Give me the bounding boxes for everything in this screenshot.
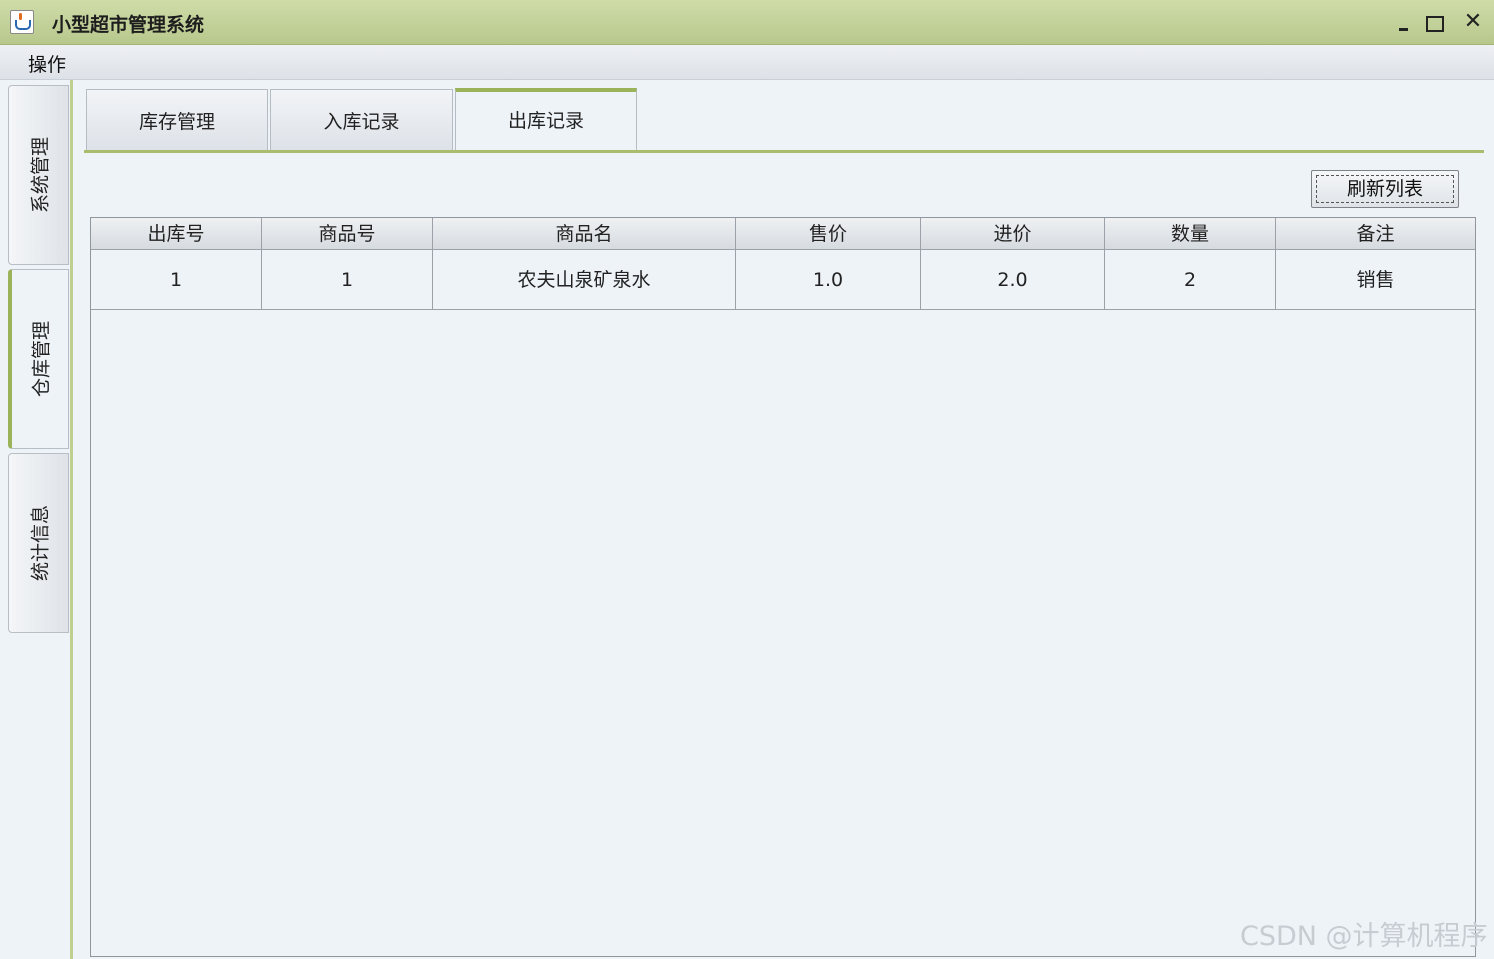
table-cell: 1.0 bbox=[736, 250, 921, 309]
table-cell: 销售 bbox=[1356, 269, 1395, 291]
menu-bar: 操作 bbox=[0, 45, 1494, 80]
minimize-icon bbox=[1399, 28, 1408, 31]
refresh-list-button[interactable]: 刷新列表 bbox=[1311, 170, 1459, 208]
table-cell: 2.0 bbox=[921, 250, 1105, 309]
column-header[interactable]: 进价 bbox=[921, 218, 1105, 249]
watermark: CSDN @计算机程序 bbox=[1240, 921, 1488, 952]
java-icon bbox=[10, 10, 34, 34]
window-title: 小型超市管理系统 bbox=[52, 14, 205, 36]
side-tab-warehouse[interactable]: 仓库管理 bbox=[8, 269, 69, 449]
tab-inventory[interactable]: 库存管理 bbox=[86, 89, 268, 151]
side-tab-label: 仓库管理 bbox=[30, 320, 53, 398]
table-cell: 1 bbox=[91, 250, 262, 309]
column-header[interactable]: 出库号 bbox=[91, 218, 262, 249]
column-header[interactable]: 备注 bbox=[1276, 218, 1475, 249]
tab-label: 入库记录 bbox=[323, 111, 400, 133]
minimize-button[interactable] bbox=[1388, 6, 1420, 38]
maximize-button[interactable] bbox=[1418, 6, 1450, 38]
table-cell: 2 bbox=[1105, 250, 1276, 309]
tab-label: 库存管理 bbox=[138, 111, 215, 133]
side-panel-border bbox=[70, 80, 73, 959]
tab-stock-out[interactable]: 出库记录 bbox=[455, 88, 637, 152]
menu-item-operation[interactable]: 操作 bbox=[28, 50, 66, 77]
column-header[interactable]: 数量 bbox=[1105, 218, 1276, 249]
side-tab-system[interactable]: 系统管理 bbox=[8, 85, 69, 265]
column-header[interactable]: 商品名 bbox=[433, 218, 736, 249]
column-header[interactable]: 售价 bbox=[736, 218, 921, 249]
title-bar: 小型超市管理系统 ✕ bbox=[0, 0, 1494, 45]
tab-divider bbox=[84, 150, 1484, 153]
column-header[interactable]: 商品号 bbox=[262, 218, 433, 249]
tab-stock-in[interactable]: 入库记录 bbox=[270, 89, 453, 151]
table-cell: 1 bbox=[262, 250, 433, 309]
side-tab-label: 统计信息 bbox=[29, 504, 51, 582]
table-header: 出库号 商品号 商品名 售价 进价 数量 备注 bbox=[91, 218, 1475, 250]
app-window: 小型超市管理系统 ✕ 操作 系统管理 仓库管理 统计信息 库存管理 入库记录 出… bbox=[0, 0, 1494, 959]
side-tab-panel: 系统管理 仓库管理 统计信息 bbox=[0, 80, 80, 959]
table-cell: 农夫山泉矿泉水 bbox=[433, 250, 736, 309]
main-content: 库存管理 入库记录 出库记录 刷新列表 出库号 商品号 商品名 售价 进价 数量… bbox=[80, 80, 1494, 959]
stock-out-table: 出库号 商品号 商品名 售价 进价 数量 备注 1 1 农夫山泉矿泉水 1.0 … bbox=[90, 217, 1476, 957]
maximize-icon bbox=[1426, 16, 1444, 32]
tab-label: 出库记录 bbox=[507, 110, 584, 132]
close-icon: ✕ bbox=[1463, 9, 1483, 34]
side-tab-label: 系统管理 bbox=[29, 136, 51, 214]
close-button[interactable]: ✕ bbox=[1457, 6, 1489, 38]
side-tab-statistics[interactable]: 统计信息 bbox=[8, 453, 69, 633]
table-row[interactable]: 1 1 农夫山泉矿泉水 1.0 2.0 2 销售 bbox=[91, 250, 1475, 310]
